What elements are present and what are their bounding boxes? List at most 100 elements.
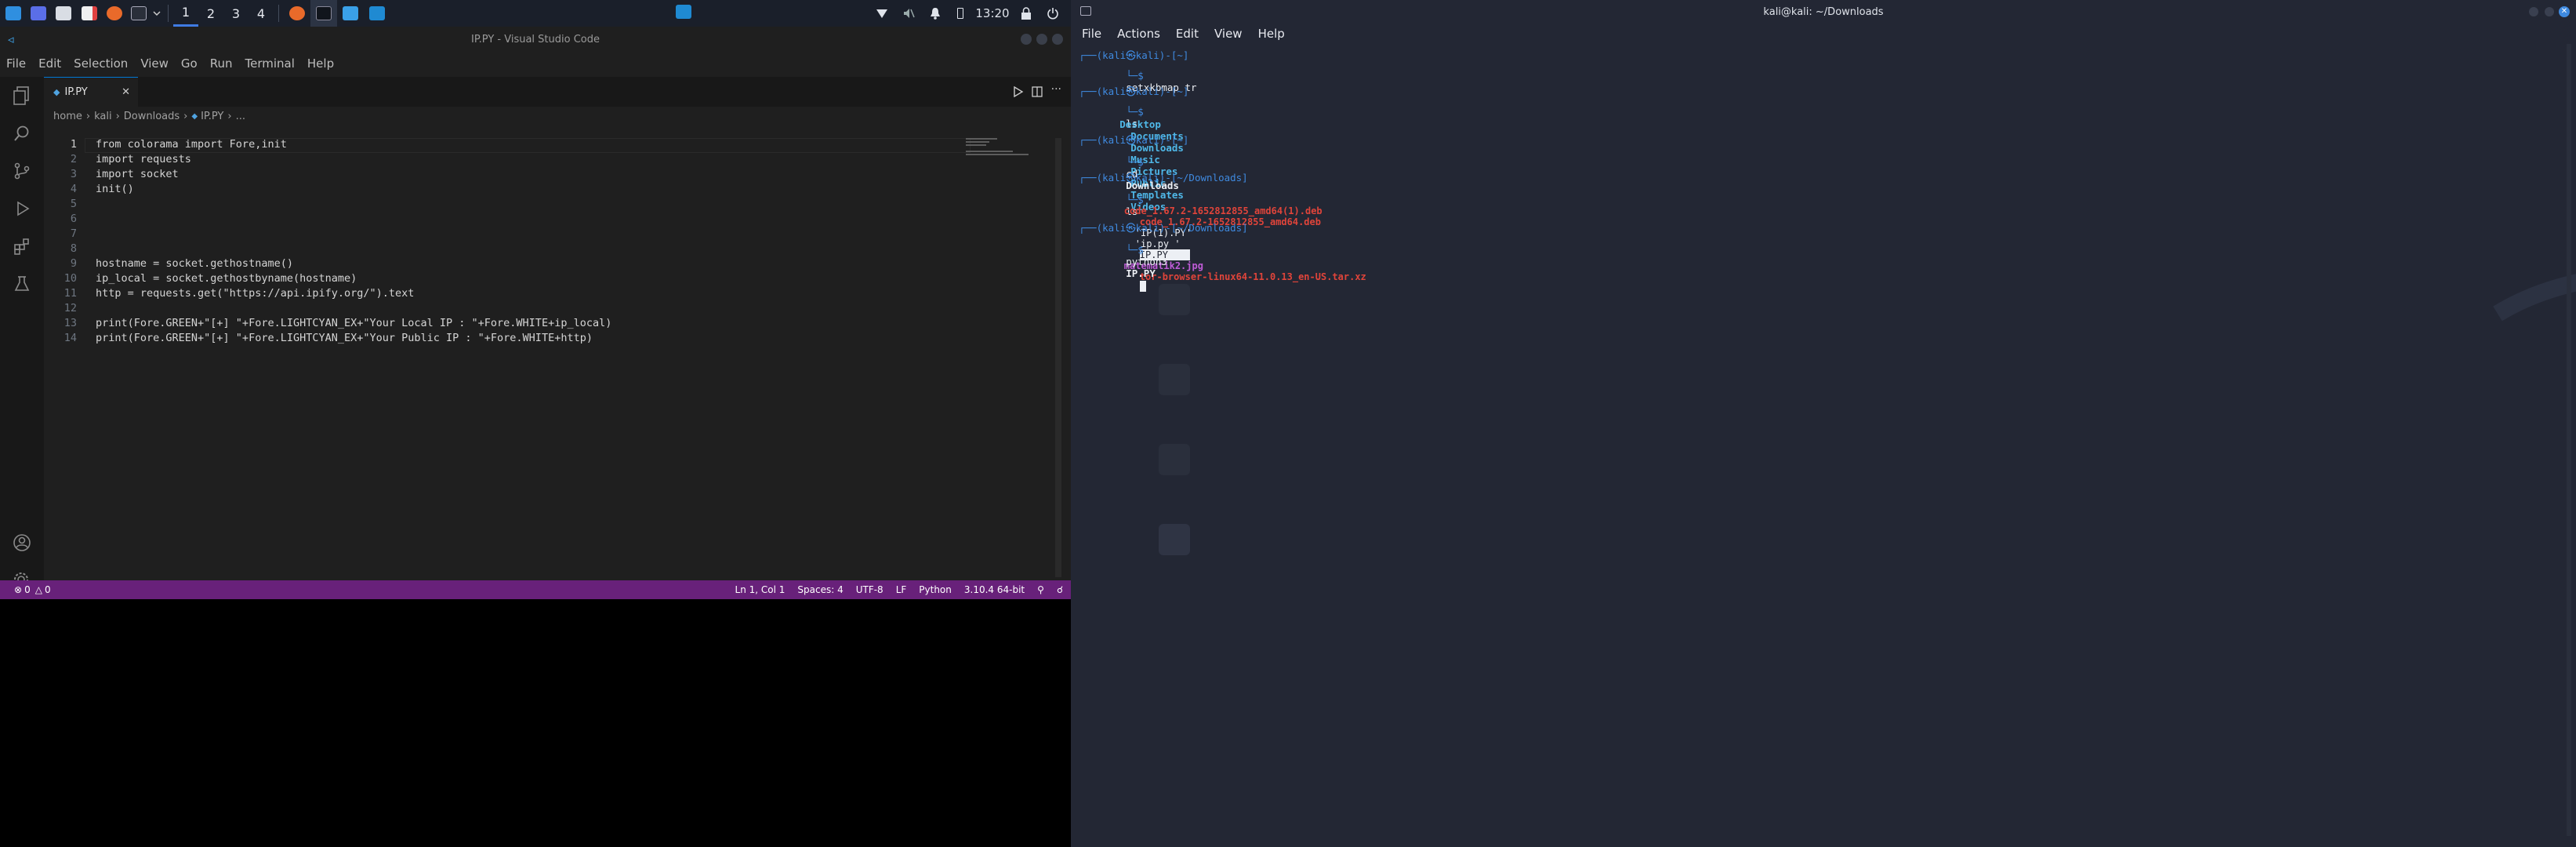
menu-go[interactable]: Go <box>181 56 198 71</box>
line-number: 6 <box>70 213 77 225</box>
clock[interactable]: 13:20 <box>972 0 1013 27</box>
editor-scrollbar[interactable] <box>1055 138 1061 577</box>
minimap[interactable] <box>966 138 1036 162</box>
lock-icon[interactable] <box>1013 0 1039 27</box>
python-interpreter[interactable]: 3.10.4 64-bit <box>964 584 1025 595</box>
extensions-icon[interactable] <box>0 227 44 265</box>
workspace-3[interactable]: 3 <box>223 0 249 27</box>
line-number: 3 <box>70 168 77 180</box>
breadcrumb-file[interactable]: IP.PY <box>201 111 223 122</box>
breadcrumb-downloads[interactable]: Downloads <box>124 111 180 122</box>
run-debug-icon[interactable] <box>0 190 44 227</box>
source-control-icon[interactable] <box>0 152 44 190</box>
file-manager-icon[interactable] <box>50 0 77 27</box>
accounts-icon[interactable] <box>0 524 44 562</box>
menu-run[interactable]: Run <box>210 56 233 71</box>
minimize-button[interactable] <box>1021 34 1032 45</box>
code-line: import requests <box>96 153 191 165</box>
terminal-scrollbar[interactable] <box>2567 44 2571 836</box>
terminal-titlebar: kali@kali: ~/Downloads ✕ <box>1071 0 2576 24</box>
language-mode[interactable]: Python <box>919 584 952 595</box>
testing-icon[interactable] <box>0 265 44 303</box>
task-firefox-icon[interactable] <box>284 0 310 27</box>
cursor-position[interactable]: Ln 1, Col 1 <box>735 584 785 595</box>
problems-indicator[interactable]: ⊗ 0 △ 0 <box>14 584 51 595</box>
line-number: 13 <box>63 317 77 329</box>
breadcrumb-kali[interactable]: kali <box>94 111 112 122</box>
error-count: 0 <box>24 584 31 595</box>
code-line: http = requests.get("https://api.ipify.o… <box>96 287 415 300</box>
chevron-down-icon[interactable] <box>151 0 163 27</box>
minimize-button[interactable] <box>2529 7 2538 16</box>
line-number: 8 <box>70 242 77 255</box>
vscode-menubar: File Edit Selection View Go Run Terminal… <box>0 52 1071 75</box>
breadcrumb-symbols[interactable]: ... <box>236 111 245 122</box>
desktop-home-icon <box>1159 444 1190 475</box>
end-of-line[interactable]: LF <box>896 584 907 595</box>
close-tab-icon[interactable]: ✕ <box>122 86 130 98</box>
line-number: 9 <box>70 257 77 270</box>
vscode-window-title: IP.PY - Visual Studio Code <box>471 33 600 45</box>
terminal-cursor <box>1140 280 1147 292</box>
menu-file[interactable]: File <box>1082 27 1101 41</box>
maximize-button[interactable] <box>2545 7 2554 16</box>
more-actions-icon[interactable]: ··· <box>1051 83 1061 96</box>
breadcrumb-home[interactable]: home <box>53 111 82 122</box>
maximize-button[interactable] <box>1036 34 1047 45</box>
terminal-window-title: kali@kali: ~/Downloads <box>1763 5 1884 18</box>
menu-help[interactable]: Help <box>1258 27 1285 41</box>
menu-view[interactable]: View <box>1214 27 1243 41</box>
encoding[interactable]: UTF-8 <box>856 584 883 595</box>
explorer-icon[interactable] <box>0 77 44 115</box>
line-number: 7 <box>70 227 77 240</box>
bell-icon[interactable]: ☌ <box>1057 584 1063 595</box>
code-line: from colorama import Fore,init <box>96 138 287 151</box>
indentation[interactable]: Spaces: 4 <box>797 584 843 595</box>
desktop-app-icon <box>1159 524 1190 555</box>
terminal-output[interactable]: ┌──(kali㉿kali)-[~] └─$ setxkbmap tr ┌──(… <box>1079 44 2568 836</box>
feedback-icon[interactable]: ⚲ <box>1037 584 1044 595</box>
desktop-filesystem-icon <box>1159 364 1190 395</box>
volume-muted-icon[interactable] <box>895 0 922 27</box>
text-editor-icon[interactable] <box>77 0 102 27</box>
split-editor-icon[interactable] <box>1032 85 1043 100</box>
task-terminal-icon[interactable] <box>310 0 337 27</box>
workspace-2[interactable]: 2 <box>198 0 223 27</box>
menu-file[interactable]: File <box>6 56 26 71</box>
terminal-icon[interactable] <box>127 0 151 27</box>
show-desktop-icon[interactable] <box>27 0 50 27</box>
menu-help[interactable]: Help <box>307 56 334 71</box>
close-button[interactable] <box>1052 34 1063 45</box>
tab-label: IP.PY <box>64 86 88 98</box>
line-number: 10 <box>63 272 77 285</box>
line-number: 4 <box>70 183 77 195</box>
vscode-titlebar: ◃ IP.PY - Visual Studio Code <box>0 27 1071 52</box>
vscode-center-icon <box>676 5 691 22</box>
power-icon[interactable] <box>1039 0 1066 27</box>
tab-ip-py[interactable]: ◆ IP.PY ✕ <box>44 77 138 107</box>
task-vscode-icon[interactable] <box>364 0 390 27</box>
network-icon[interactable] <box>869 0 895 27</box>
warning-count: 0 <box>44 584 51 595</box>
firefox-icon[interactable] <box>102 0 127 27</box>
code-line: print(Fore.GREEN+"[+] "+Fore.LIGHTCYAN_E… <box>96 332 593 344</box>
code-editor[interactable]: 1 2 3 4 5 6 7 8 9 10 11 12 13 14 from co… <box>44 138 971 601</box>
menu-edit[interactable]: Edit <box>1176 27 1199 41</box>
kali-menu-icon[interactable] <box>0 0 27 27</box>
editor-tabs: ◆ IP.PY ✕ ··· <box>44 77 1071 107</box>
menu-selection[interactable]: Selection <box>74 56 128 71</box>
code-line: import socket <box>96 168 179 180</box>
activity-bar <box>0 77 44 612</box>
menu-edit[interactable]: Edit <box>38 56 61 71</box>
menu-terminal[interactable]: Terminal <box>245 56 295 71</box>
notifications-icon[interactable] <box>922 0 949 27</box>
battery-icon[interactable] <box>949 0 972 27</box>
menu-view[interactable]: View <box>140 56 169 71</box>
workspace-1[interactable]: 1 <box>173 0 198 27</box>
close-button[interactable]: ✕ <box>2559 6 2570 17</box>
search-icon[interactable] <box>0 115 44 152</box>
menu-actions[interactable]: Actions <box>1117 27 1160 41</box>
task-files-icon[interactable] <box>337 0 364 27</box>
workspace-4[interactable]: 4 <box>249 0 274 27</box>
run-python-file-icon[interactable] <box>1013 85 1024 100</box>
